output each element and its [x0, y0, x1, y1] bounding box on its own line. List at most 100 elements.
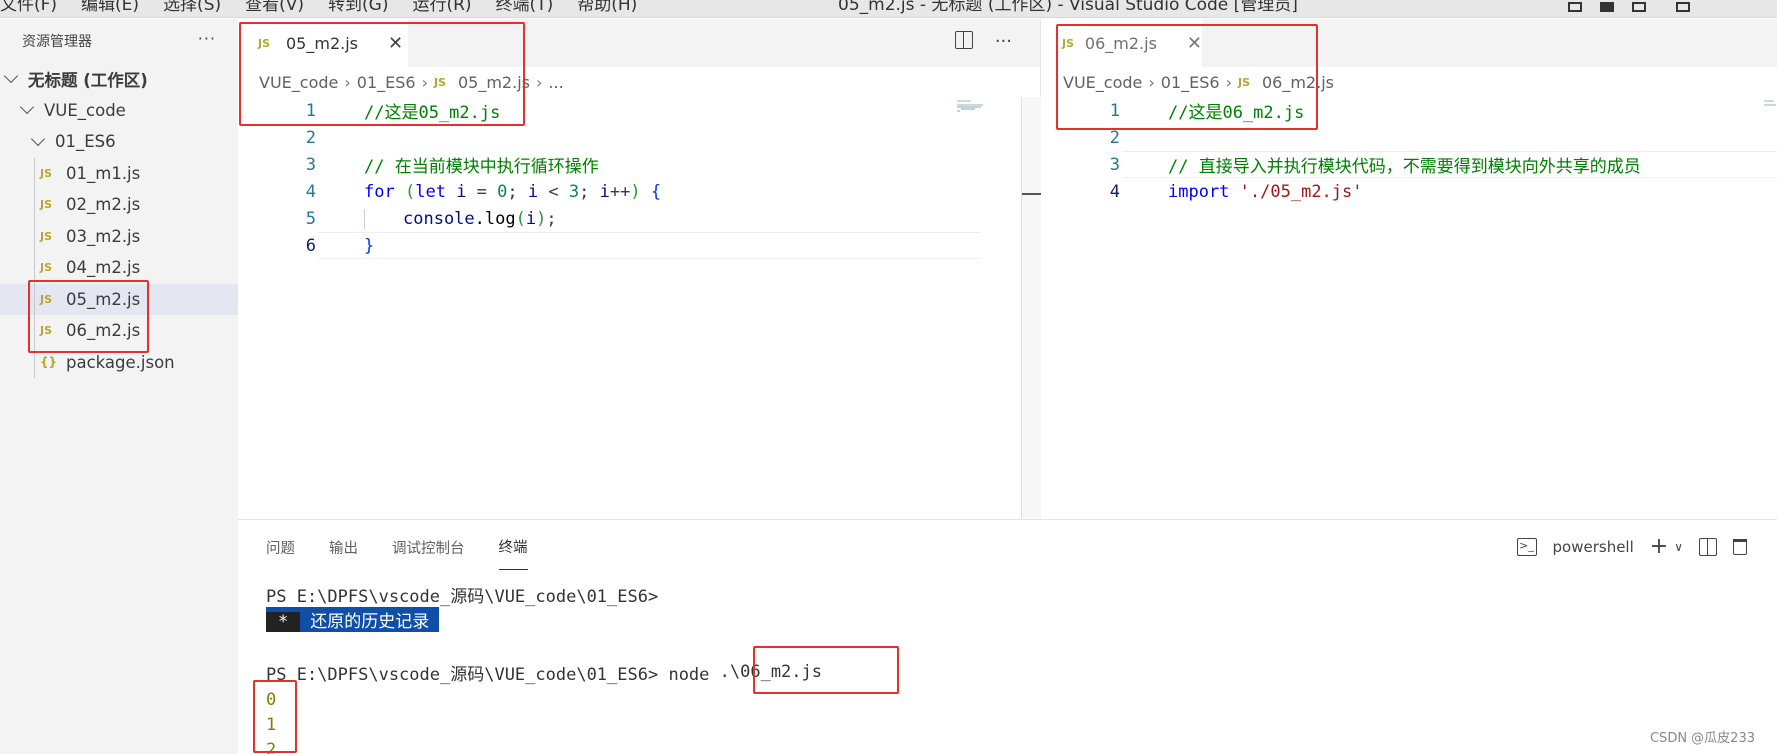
code-line: 1 //这是06_m2.js	[1042, 97, 1777, 124]
keyword: import	[1168, 181, 1230, 202]
js-file-icon: JS	[40, 198, 53, 212]
menu-bar: 文件(F) 编辑(E) 选择(S) 查看(V) 转到(G) 运行(R) 终端(T…	[0, 0, 661, 15]
tree-file[interactable]: JS 01_m1.js	[0, 157, 238, 189]
tab-problems[interactable]: 问题	[266, 537, 295, 570]
tree-file[interactable]: JS 04_m2.js	[0, 252, 238, 284]
more-actions-icon[interactable]: ···	[198, 29, 216, 48]
breadcrumb-item[interactable]: ...	[548, 73, 563, 92]
tree-file[interactable]: JS 02_m2.js	[0, 189, 238, 221]
line-number: 2	[305, 127, 316, 148]
tree-file[interactable]: JS 03_m2.js	[0, 220, 238, 252]
string-literal: './05_m2.js'	[1239, 181, 1363, 202]
terminal-output-line: 2	[266, 739, 277, 754]
js-file-icon: JS	[40, 166, 53, 180]
more-actions-icon[interactable]: ···	[995, 31, 1012, 52]
tab-06-m2[interactable]: JS 06_m2.js ✕	[1042, 19, 1202, 67]
breadcrumb-item[interactable]: 01_ES6	[357, 73, 416, 92]
layout-custom-icon[interactable]	[1632, 2, 1646, 12]
terminal-output[interactable]: PS E:\DPFS\vscode_源码\VUE_code\01_ES6> * 还…	[266, 582, 822, 754]
tree-file[interactable]: {} package.json	[0, 346, 238, 378]
tab-output[interactable]: 输出	[329, 537, 358, 570]
terminal-line: PS E:\DPFS\vscode_源码\VUE_code\01_ES6> no…	[266, 657, 822, 687]
tab-debug-console[interactable]: 调试控制台	[392, 537, 465, 570]
line-number: 3	[1109, 154, 1120, 175]
shell-name[interactable]: powershell	[1553, 538, 1634, 556]
current-line-highlight	[1122, 151, 1777, 178]
tree-file-selected[interactable]: JS 05_m2.js	[0, 283, 238, 315]
code-line: 3 // 在当前模块中执行循环操作	[238, 151, 1040, 178]
code-area[interactable]: 1 //这是06_m2.js 2 3 // 直接导入并执行模块代码，不需要得到模…	[1042, 97, 1777, 205]
breadcrumb-item[interactable]: 01_ES6	[1161, 73, 1220, 92]
line-number: 4	[1109, 181, 1120, 202]
menu-file[interactable]: 文件(F)	[0, 0, 57, 15]
menu-terminal[interactable]: 终端(T)	[496, 0, 554, 15]
chevron-down-icon	[30, 131, 46, 146]
panel-actions: >_ powershell + ∨	[1516, 534, 1747, 559]
split-terminal-icon[interactable]	[1699, 537, 1717, 556]
keyword: let	[415, 181, 446, 202]
window-title: 05_m2.js - 无标题 (工作区) - Visual Studio Cod…	[838, 0, 1298, 15]
minimap[interactable]	[957, 97, 1013, 112]
terminal-line: PS E:\DPFS\vscode_源码\VUE_code\01_ES6>	[266, 582, 822, 607]
line-number: 5	[305, 208, 316, 229]
code-area[interactable]: 1 //这是05_m2.js 2 3 // 在当前模块中执行循环操作 4 for…	[238, 97, 1040, 259]
breadcrumb-item[interactable]: VUE_code	[259, 73, 338, 92]
add-terminal-icon[interactable]: +	[1650, 534, 1668, 559]
menu-go[interactable]: 转到(G)	[328, 0, 388, 15]
subfolder-label: 01_ES6	[55, 132, 116, 152]
breadcrumb-item[interactable]: VUE_code	[1063, 73, 1142, 92]
chevron-down-icon[interactable]: ∨	[1674, 540, 1683, 554]
close-icon[interactable]: ✕	[388, 33, 403, 54]
tree-workspace[interactable]: 无标题 (工作区)	[0, 63, 238, 95]
minimize-icon[interactable]	[1676, 2, 1690, 12]
code-line: 1 //这是05_m2.js	[238, 97, 1040, 124]
line-number: 4	[305, 181, 316, 202]
line-number: 1	[305, 100, 316, 121]
tree-file[interactable]: JS 06_m2.js	[0, 315, 238, 347]
title-bar: 文件(F) 编辑(E) 选择(S) 查看(V) 转到(G) 运行(R) 终端(T…	[0, 0, 1777, 18]
close-icon[interactable]: ✕	[1187, 33, 1202, 54]
file-label: 01_m1.js	[66, 163, 141, 183]
breadcrumb-item[interactable]: 05_m2.js	[458, 73, 530, 92]
terminal-output-line: 1	[266, 714, 277, 735]
chevron-down-icon	[19, 100, 35, 115]
watermark: CSDN @瓜皮233	[1649, 731, 1755, 746]
chevron-right-icon: ›	[344, 72, 351, 92]
number: 0	[497, 181, 508, 202]
breadcrumb: VUE_code › 01_ES6 › JS 05_m2.js › ...	[238, 67, 1040, 97]
menu-edit[interactable]: 编辑(E)	[81, 0, 139, 15]
line-number: 3	[305, 154, 316, 175]
explorer-title: 资源管理器	[22, 34, 92, 50]
explorer-sidebar: 资源管理器 ··· 无标题 (工作区) VUE_code 01_ES6 JS 0…	[0, 19, 238, 754]
trash-icon[interactable]	[1733, 538, 1747, 555]
restored-history-banner: * 还原的历史记录	[266, 607, 440, 632]
code-comment: //这是05_m2.js	[364, 103, 501, 123]
tree-folder-vue-code[interactable]: VUE_code	[0, 95, 238, 127]
menu-help[interactable]: 帮助(H)	[577, 0, 637, 15]
menu-selection[interactable]: 选择(S)	[163, 0, 221, 15]
minimap[interactable]	[1764, 97, 1776, 109]
terminal-icon: >_	[1516, 537, 1537, 556]
menu-run[interactable]: 运行(R)	[412, 0, 471, 15]
tab-bar: JS 05_m2.js ✕ ···	[238, 19, 1040, 67]
split-editor-icon[interactable]	[954, 31, 973, 49]
js-file-icon: JS	[1237, 75, 1250, 89]
menu-view[interactable]: 查看(V)	[245, 0, 304, 15]
vertical-scrollbar[interactable]	[1021, 97, 1041, 519]
tab-terminal[interactable]: 终端	[498, 536, 528, 570]
code-line: 2	[1042, 124, 1777, 151]
identifier: i	[456, 181, 467, 202]
file-label: 05_m2.js	[66, 289, 141, 309]
chevron-right-icon: ›	[1225, 72, 1232, 92]
file-label: package.json	[66, 352, 175, 372]
js-file-icon: JS	[258, 36, 271, 50]
explorer-header: 资源管理器 ···	[0, 19, 238, 63]
tab-label: 06_m2.js	[1084, 33, 1157, 53]
layout-panel-icon[interactable]	[1600, 2, 1614, 12]
breadcrumb-item[interactable]: 06_m2.js	[1262, 73, 1334, 92]
layout-sidebar-icon[interactable]	[1568, 2, 1582, 12]
code-comment: // 在当前模块中执行循环操作	[364, 157, 599, 177]
tree-folder-01-es6[interactable]: 01_ES6	[0, 126, 238, 158]
line-number: 6	[305, 235, 316, 256]
tab-05-m2[interactable]: JS 05_m2.js ✕	[238, 19, 408, 67]
